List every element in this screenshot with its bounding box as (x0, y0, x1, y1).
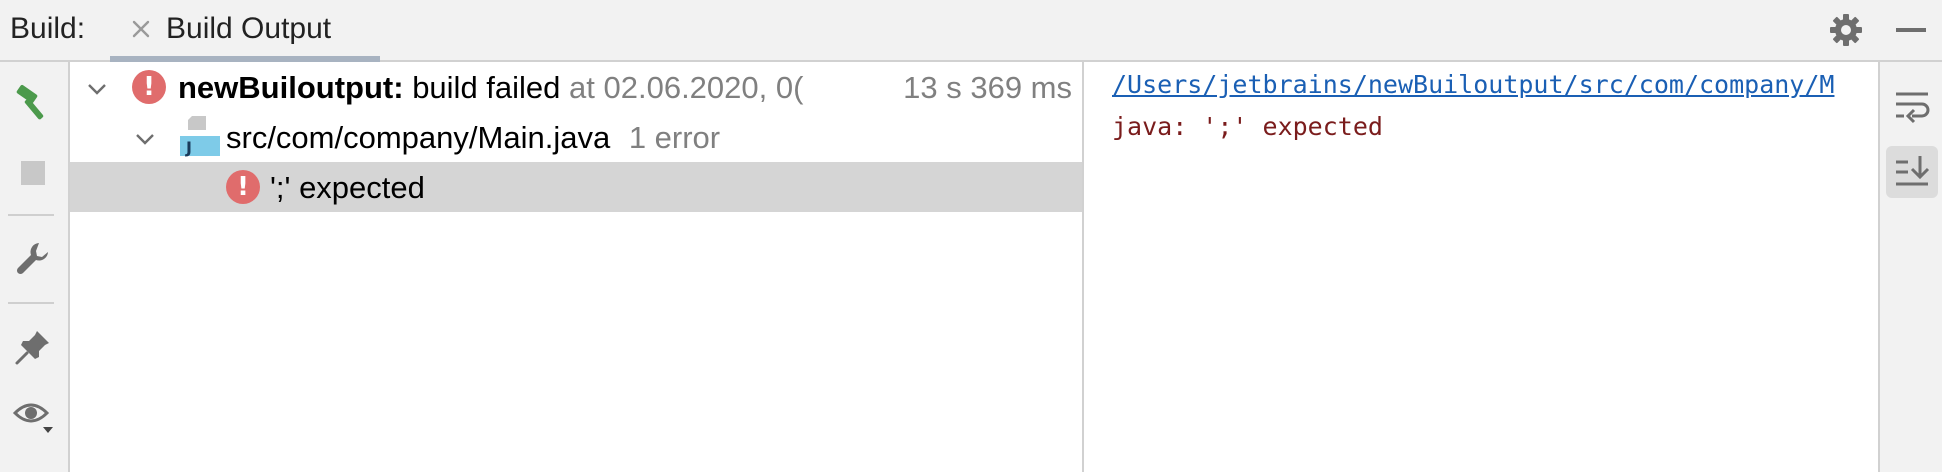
source-file-link[interactable]: /Users/jetbrains/newBuiloutput/src/com/c… (1112, 70, 1834, 99)
tree-row-build[interactable]: ! newBuiloutput: build failed at 02.06.2… (70, 62, 1082, 112)
wrench-icon[interactable] (10, 236, 56, 282)
error-icon: ! (226, 170, 260, 204)
error-count: 1 error (628, 120, 721, 155)
scroll-to-end-icon[interactable] (1886, 146, 1938, 198)
tool-window-header: Build: Build Output (0, 0, 1942, 64)
console-error-message: java: ';' expected (1112, 112, 1383, 141)
build-tree: ! newBuiloutput: build failed at 02.06.2… (70, 62, 1084, 472)
toolbar-separator (8, 302, 54, 304)
tab-label: Build Output (166, 12, 332, 45)
file-path: src/com/company/Main.java (226, 120, 611, 155)
pin-icon[interactable] (10, 324, 56, 370)
toolbar-separator (8, 214, 54, 216)
build-timestamp: at 02.06.2020, 0( (569, 70, 804, 105)
soft-wrap-icon[interactable] (1886, 80, 1938, 132)
chevron-down-icon[interactable] (132, 124, 158, 150)
svg-text:J: J (185, 138, 192, 157)
close-icon[interactable] (126, 14, 156, 44)
java-file-icon: J (180, 114, 220, 158)
minimize-icon[interactable] (1896, 28, 1926, 32)
project-name: newBuiloutput: (178, 70, 404, 105)
error-icon: ! (132, 70, 166, 104)
tree-row-error[interactable]: ! ';' expected (70, 162, 1082, 212)
file-entry: src/com/company/Main.java 1 error (226, 120, 720, 156)
tab-build-output[interactable]: Build Output (110, 0, 380, 64)
eye-icon[interactable] (10, 392, 56, 438)
build-summary: newBuiloutput: build failed at 02.06.202… (178, 70, 803, 106)
console-output[interactable]: /Users/jetbrains/newBuiloutput/src/com/c… (1086, 62, 1878, 472)
error-message: ';' expected (270, 170, 425, 205)
right-toolbar (1878, 62, 1942, 472)
hammer-icon[interactable] (10, 80, 56, 126)
chevron-down-icon[interactable] (84, 74, 110, 100)
panel-label: Build: (10, 12, 86, 45)
build-duration: 13 s 369 ms (897, 70, 1072, 106)
gear-icon[interactable] (1828, 12, 1864, 48)
left-toolbar (0, 62, 70, 472)
tree-row-file[interactable]: J src/com/company/Main.java 1 error (70, 112, 1082, 162)
stop-icon[interactable] (10, 150, 56, 196)
build-status: build failed (412, 70, 561, 105)
